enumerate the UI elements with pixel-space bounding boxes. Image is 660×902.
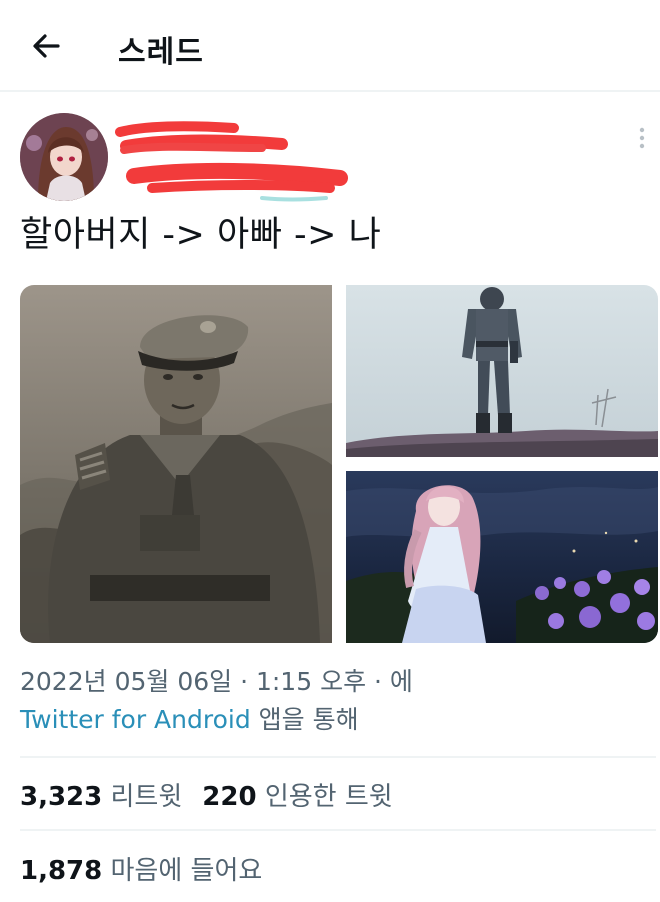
header-divider xyxy=(0,90,660,92)
media-grid xyxy=(20,285,658,643)
divider xyxy=(20,756,656,758)
more-options-button[interactable] xyxy=(634,124,650,154)
page-title: 스레드 xyxy=(118,35,204,70)
quote-label: 인용한 트윗 xyxy=(264,782,393,812)
avatar[interactable] xyxy=(20,113,108,201)
source-suffix: 앱을 통해 xyxy=(258,705,359,734)
tweet-source-line: Twitter for Android 앱을 통해 xyxy=(20,702,359,738)
vertical-dots-icon xyxy=(639,127,645,149)
redaction-mark xyxy=(115,121,348,202)
source-link[interactable]: Twitter for Android xyxy=(20,705,251,734)
like-label: 마음에 들어요 xyxy=(110,856,263,886)
photo-father[interactable] xyxy=(346,285,658,457)
photo-grandfather[interactable] xyxy=(20,285,332,643)
like-count: 1,878 xyxy=(20,856,103,886)
retweet-label: 리트윗 xyxy=(110,782,183,812)
retweet-stats: 3,323 리트윗 220 인용한 트윗 xyxy=(20,776,393,813)
like-stat[interactable]: 1,878 마음에 들어요 xyxy=(20,850,262,887)
quote-count: 220 xyxy=(202,782,257,812)
divider xyxy=(20,829,656,831)
photo-me[interactable] xyxy=(346,471,658,643)
tweet-datetime: 2022년 05월 06일 · 1:15 오후 · 에 xyxy=(20,667,413,696)
tweet-text: 할아버지 -> 아빠 -> 나 xyxy=(20,215,382,255)
header-bar: 스레드 xyxy=(0,0,660,92)
retweet-count: 3,323 xyxy=(20,782,103,812)
quote-stat[interactable]: 220 인용한 트윗 xyxy=(202,782,392,812)
arrow-left-icon xyxy=(33,34,60,58)
back-button[interactable] xyxy=(28,28,64,64)
retweet-stat[interactable]: 3,323 리트윗 xyxy=(20,782,182,812)
